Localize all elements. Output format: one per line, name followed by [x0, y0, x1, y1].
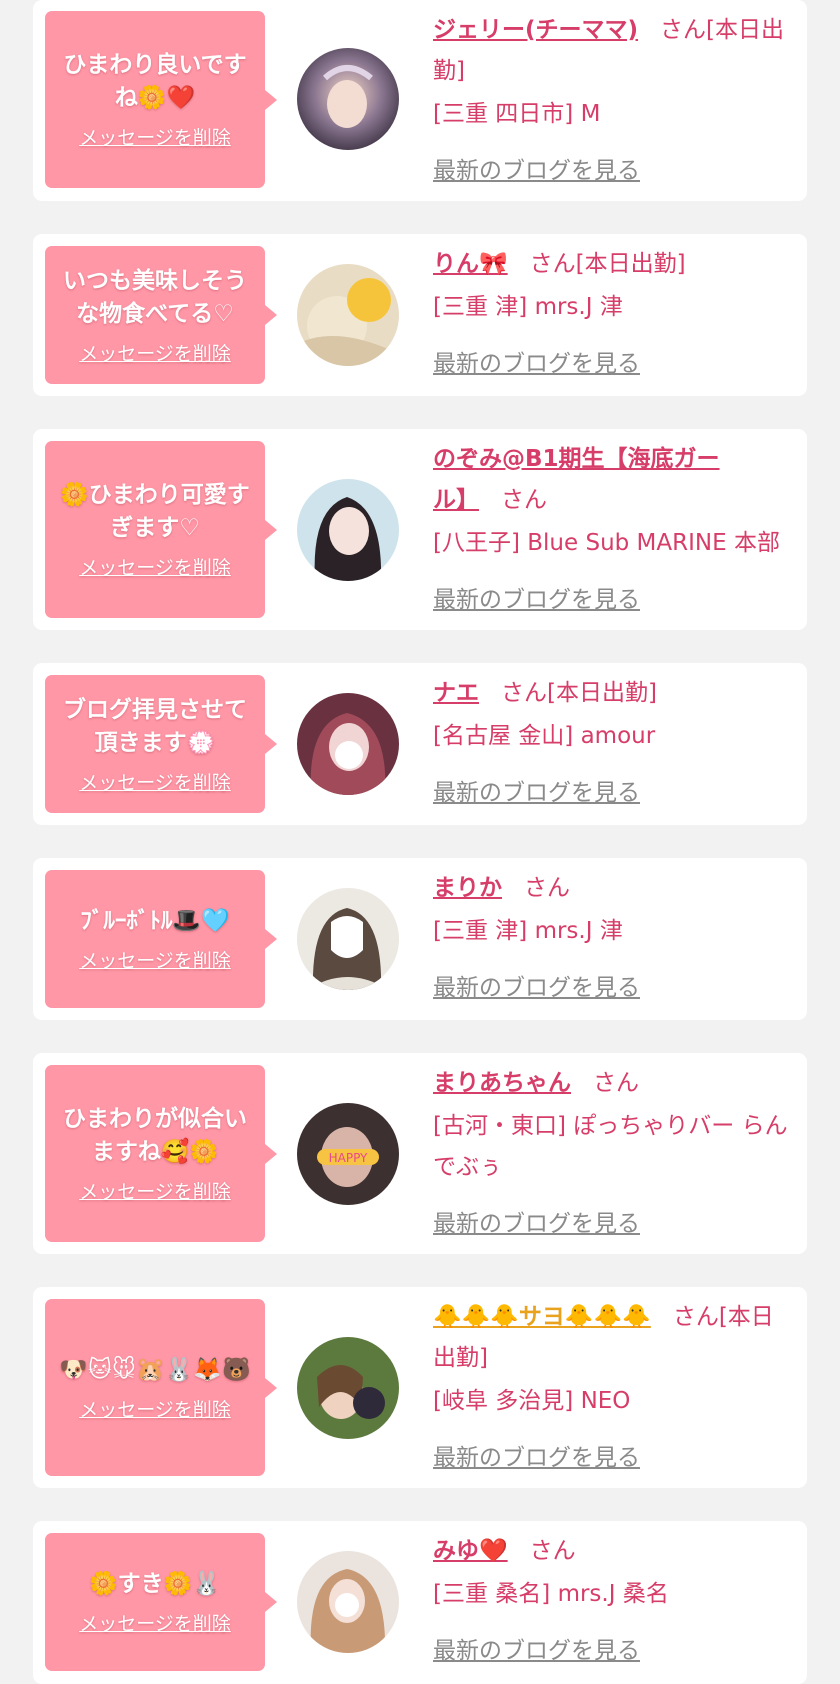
latest-blog-link[interactable]: 最新のブログを見る [433, 344, 640, 385]
latest-blog-link[interactable]: 最新のブログを見る [433, 1631, 640, 1672]
sender-info: まりあちゃん さん [古河・東口] ぽっちゃりバー らんでぶぅ 最新のブログを見る [433, 1063, 793, 1245]
sender-info: ジェリー(チーママ) さん[本日出勤] [三重 四日市] M 最新のブログを見る [433, 10, 793, 192]
delete-message-link[interactable]: メッセージを削除 [79, 1609, 231, 1636]
message-text: いつも美味しそうな物食べてる♡ [63, 267, 247, 327]
message-card: ブログ拝見させて頂きます💮 メッセージを削除 ナエ さん[本日出勤] [名古屋 金… [33, 663, 807, 825]
avatar[interactable] [297, 1551, 399, 1653]
sender-name-line: まりあちゃん さん [433, 1063, 793, 1104]
avatar[interactable] [297, 888, 399, 990]
sender-suffix: さん[本日出勤] [501, 680, 657, 706]
shop-name: [八王子] Blue Sub MARINE 本部 [433, 530, 780, 556]
message-card: ﾌﾞﾙｰﾎﾞﾄﾙ🎩🩵 メッセージを削除 まりか さん [三重 津] mrs.J 津… [33, 858, 807, 1020]
avatar[interactable] [297, 264, 399, 366]
message-card: ひまわり良いですね🌼❤️ メッセージを削除 ジェリー(チーママ) さん[本日出勤]… [33, 0, 807, 201]
svg-text:HAPPY: HAPPY [329, 1151, 368, 1165]
sender-suffix: さん [501, 487, 547, 513]
sender-suffix: さん [529, 1538, 576, 1564]
latest-blog-link[interactable]: 最新のブログを見る [433, 1438, 640, 1479]
message-bubble: 🐶🐱🐭🐹🐰🦊🐻 メッセージを削除 [45, 1299, 277, 1476]
latest-blog-link[interactable]: 最新のブログを見る [433, 1204, 640, 1245]
message-card: 🌼すき🌼🐰 メッセージを削除 みゆ❤️ さん [三重 桑名] mrs.J 桑名 最… [33, 1521, 807, 1684]
message-text: ひまわりが似合いますね🥰🌼 [63, 1106, 247, 1165]
delete-message-link[interactable]: メッセージを削除 [79, 1395, 231, 1422]
message-text: 🌼すき🌼🐰 [89, 1571, 221, 1597]
shop-name: [三重 桑名] mrs.J 桑名 [433, 1581, 669, 1607]
sender-info: ナエ さん[本日出勤] [名古屋 金山] amour 最新のブログを見る [433, 673, 793, 814]
delete-message-link[interactable]: メッセージを削除 [79, 123, 231, 150]
delete-message-link[interactable]: メッセージを削除 [79, 768, 231, 795]
message-bubble: ひまわりが似合いますね🥰🌼 メッセージを削除 [45, 1065, 277, 1242]
sender-name-link[interactable]: まりあちゃん [433, 1070, 571, 1096]
sender-info: のぞみ@B1期生【海底ガール】 さん [八王子] Blue Sub MARINE … [433, 439, 793, 621]
message-bubble: 🌼ひまわり可愛すぎます♡ メッセージを削除 [45, 441, 277, 618]
message-bubble: ひまわり良いですね🌼❤️ メッセージを削除 [45, 11, 277, 188]
sender-name-line: まりか さん [433, 868, 793, 909]
message-card: いつも美味しそうな物食べてる♡ メッセージを削除 りん🎀 さん[本日出勤] [三重… [33, 234, 807, 396]
message-bubble: いつも美味しそうな物食べてる♡ メッセージを削除 [45, 246, 277, 384]
sender-name-line: 🐥🐥🐥サヨ🐥🐥🐥 さん[本日出勤] [433, 1297, 793, 1379]
sender-name-line: りん🎀 さん[本日出勤] [433, 244, 793, 285]
sender-name-link[interactable]: まりか [433, 875, 502, 901]
latest-blog-link[interactable]: 最新のブログを見る [433, 151, 640, 192]
message-text: ブログ拝見させて頂きます💮 [63, 696, 247, 756]
avatar[interactable]: HAPPY [297, 1103, 399, 1205]
sender-name-link[interactable]: ジェリー(チーママ) [433, 17, 638, 43]
sender-name-link[interactable]: りん🎀 [433, 251, 508, 277]
latest-blog-link[interactable]: 最新のブログを見る [433, 773, 640, 814]
message-card: 🐶🐱🐭🐹🐰🦊🐻 メッセージを削除 🐥🐥🐥サヨ🐥🐥🐥 さん[本日出勤] [岐阜 多治… [33, 1287, 807, 1488]
message-bubble: ブログ拝見させて頂きます💮 メッセージを削除 [45, 675, 277, 813]
sender-info: 🐥🐥🐥サヨ🐥🐥🐥 さん[本日出勤] [岐阜 多治見] NEO 最新のブログを見る [433, 1297, 793, 1479]
delete-message-link[interactable]: メッセージを削除 [79, 946, 231, 973]
delete-message-link[interactable]: メッセージを削除 [79, 553, 231, 580]
message-bubble: 🌼すき🌼🐰 メッセージを削除 [45, 1533, 277, 1671]
message-card: ひまわりが似合いますね🥰🌼 メッセージを削除 HAPPY まりあちゃん さん [古… [33, 1053, 807, 1254]
message-bubble: ﾌﾞﾙｰﾎﾞﾄﾙ🎩🩵 メッセージを削除 [45, 870, 277, 1008]
shop-name: [古河・東口] ぽっちゃりバー らんでぶぅ [433, 1113, 788, 1180]
sender-name-line: のぞみ@B1期生【海底ガール】 さん [433, 439, 793, 521]
delete-message-link[interactable]: メッセージを削除 [79, 1177, 231, 1204]
shop-name: [三重 四日市] M [433, 101, 601, 127]
message-text: ひまわり良いですね🌼❤️ [63, 52, 247, 111]
sender-suffix: さん [524, 875, 570, 901]
sender-info: みゆ❤️ さん [三重 桑名] mrs.J 桑名 最新のブログを見る [433, 1531, 793, 1672]
shop-name: [三重 津] mrs.J 津 [433, 918, 623, 944]
avatar[interactable] [297, 693, 399, 795]
sender-name-line: みゆ❤️ さん [433, 1531, 793, 1572]
sender-suffix: さん [593, 1070, 639, 1096]
avatar[interactable] [297, 48, 399, 150]
sender-name-link[interactable]: みゆ❤️ [433, 1538, 508, 1564]
delete-message-link[interactable]: メッセージを削除 [79, 339, 231, 366]
shop-name: [岐阜 多治見] NEO [433, 1388, 631, 1414]
sender-info: りん🎀 さん[本日出勤] [三重 津] mrs.J 津 最新のブログを見る [433, 244, 793, 385]
sender-name-link[interactable]: ナエ [433, 680, 479, 706]
message-text: 🐶🐱🐭🐹🐰🦊🐻 [59, 1356, 251, 1383]
sender-name-link[interactable]: 🐥🐥🐥サヨ🐥🐥🐥 [433, 1304, 651, 1330]
sender-name-line: ジェリー(チーママ) さん[本日出勤] [433, 10, 793, 92]
sender-suffix: さん[本日出勤] [529, 251, 686, 277]
shop-name: [三重 津] mrs.J 津 [433, 294, 623, 320]
message-card: 🌼ひまわり可愛すぎます♡ メッセージを削除 のぞみ@B1期生【海底ガール】 さん … [33, 429, 807, 630]
sender-name-link[interactable]: のぞみ@B1期生【海底ガール】 [433, 446, 720, 513]
avatar[interactable] [297, 1337, 399, 1439]
latest-blog-link[interactable]: 最新のブログを見る [433, 580, 640, 621]
sender-info: まりか さん [三重 津] mrs.J 津 最新のブログを見る [433, 868, 793, 1009]
sender-name-line: ナエ さん[本日出勤] [433, 673, 793, 714]
latest-blog-link[interactable]: 最新のブログを見る [433, 968, 640, 1009]
message-text: ﾌﾞﾙｰﾎﾞﾄﾙ🎩🩵 [80, 908, 230, 934]
shop-name: [名古屋 金山] amour [433, 723, 656, 749]
avatar[interactable] [297, 479, 399, 581]
message-text: 🌼ひまわり可愛すぎます♡ [60, 482, 250, 541]
